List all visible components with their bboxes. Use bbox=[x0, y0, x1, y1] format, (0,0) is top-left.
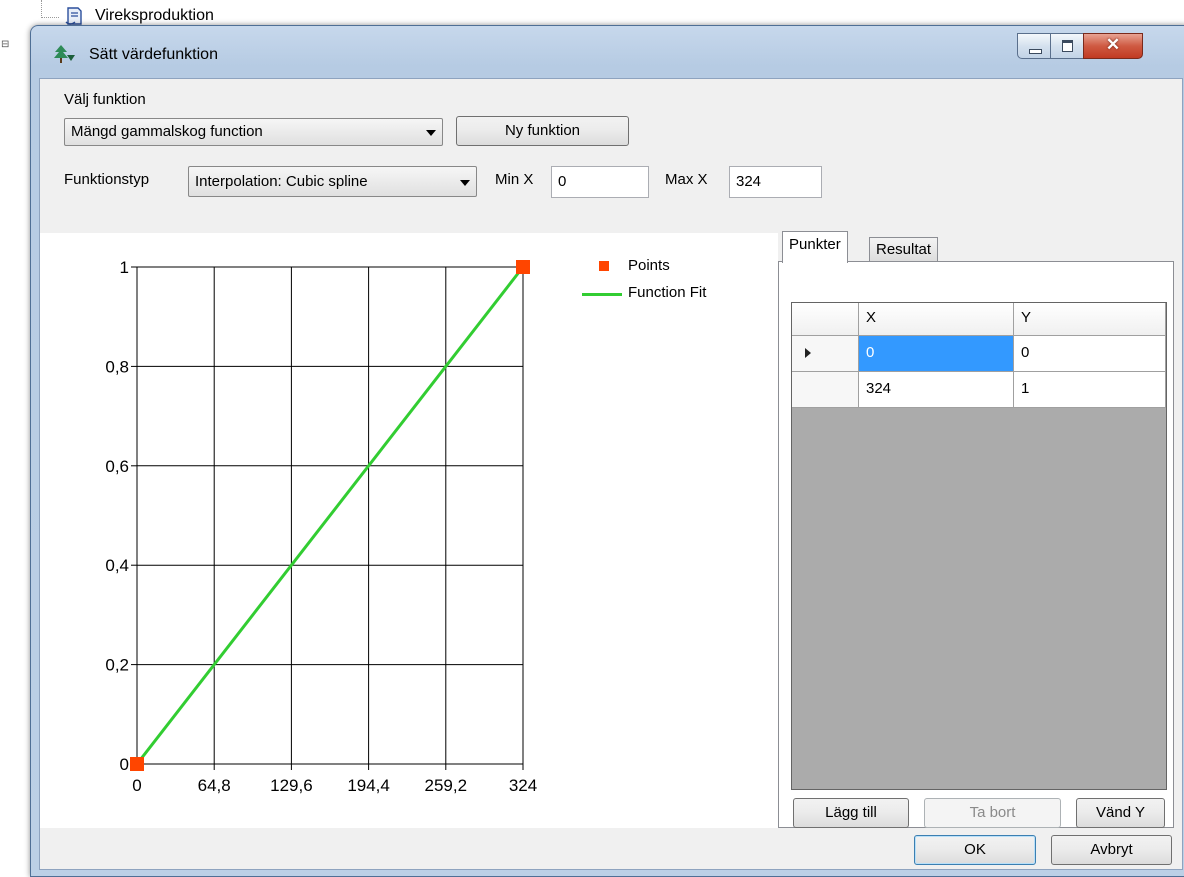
tree-connector bbox=[41, 17, 59, 18]
value-function-dialog: Sätt värdefunktion ✕ Välj funktion Mängd… bbox=[30, 25, 1184, 877]
data-point-marker bbox=[130, 757, 144, 771]
legend-fit-label: Function Fit bbox=[628, 284, 707, 301]
window-title: Sätt värdefunktion bbox=[89, 46, 218, 63]
tree-item-label[interactable]: Vireksproduktion bbox=[95, 7, 214, 25]
remove-row-button[interactable]: Ta bort bbox=[924, 798, 1061, 828]
y-tick-label: 0,2 bbox=[105, 656, 129, 675]
min-x-input[interactable]: 0 bbox=[551, 166, 649, 198]
x-tick-label: 129,6 bbox=[270, 776, 313, 795]
max-x-label: Max X bbox=[665, 171, 708, 188]
column-header-y[interactable]: Y bbox=[1014, 303, 1166, 336]
dialog-client-area: Välj funktion Mängd gammalskog function … bbox=[39, 78, 1183, 870]
chevron-down-icon bbox=[426, 130, 436, 136]
function-type-label: Funktionstyp bbox=[64, 171, 150, 188]
y-tick-label: 0,4 bbox=[105, 556, 129, 575]
series-line-function-fit bbox=[135, 266, 525, 765]
close-button[interactable]: ✕ bbox=[1083, 33, 1143, 59]
points-tab-page: X Y 0 0 324 1 Lägg till Ta bort Vänd Y bbox=[778, 261, 1174, 828]
x-tick-label: 324 bbox=[509, 776, 537, 795]
table-cell[interactable]: 0 bbox=[1014, 336, 1166, 372]
table-cell[interactable]: 0 bbox=[859, 336, 1014, 372]
function-select[interactable]: Mängd gammalskog function bbox=[64, 118, 443, 146]
chart-panel: 0 0,2 0,4 0,6 0,8 1 0 64,8 129,6 194,4 259,2 324 Po… bbox=[40, 233, 778, 828]
new-function-button[interactable]: Ny funktion bbox=[456, 116, 629, 146]
maximize-button[interactable] bbox=[1050, 33, 1084, 59]
maximize-icon bbox=[1062, 40, 1073, 52]
max-x-input[interactable]: 324 bbox=[729, 166, 822, 198]
table-cell[interactable]: 1 bbox=[1014, 372, 1166, 408]
min-x-label: Min X bbox=[495, 171, 534, 188]
table-cell[interactable]: 324 bbox=[859, 372, 1014, 408]
title-bar[interactable]: Sätt värdefunktion ✕ bbox=[31, 26, 1184, 78]
add-row-button[interactable]: Lägg till bbox=[793, 798, 909, 828]
x-tick-label: 259,2 bbox=[425, 776, 468, 795]
function-type-select-value: Interpolation: Cubic spline bbox=[195, 173, 368, 190]
close-icon: ✕ bbox=[1105, 35, 1121, 54]
choose-function-label: Välj funktion bbox=[64, 91, 146, 108]
function-select-value: Mängd gammalskog function bbox=[71, 123, 263, 140]
x-tick-label: 194,4 bbox=[347, 776, 390, 795]
function-type-select[interactable]: Interpolation: Cubic spline bbox=[188, 166, 477, 197]
legend-points-marker bbox=[599, 261, 609, 271]
minimize-button[interactable] bbox=[1017, 33, 1051, 59]
tab-punkter[interactable]: Punkter bbox=[782, 231, 848, 263]
tree-value-icon bbox=[54, 45, 75, 63]
column-header-x[interactable]: X bbox=[859, 303, 1014, 336]
ok-button[interactable]: OK bbox=[914, 835, 1036, 865]
tab-resultat[interactable]: Resultat bbox=[869, 237, 939, 262]
function-chart: 0 0,2 0,4 0,6 0,8 1 0 64,8 129,6 194,4 259,2 324 bbox=[105, 258, 537, 795]
flip-y-button[interactable]: Vänd Y bbox=[1076, 798, 1165, 828]
data-point-marker bbox=[516, 260, 530, 274]
y-tick-label: 0,8 bbox=[105, 357, 129, 376]
cancel-button[interactable]: Avbryt bbox=[1051, 835, 1172, 865]
chevron-down-icon bbox=[460, 180, 470, 186]
x-tick-label: 0 bbox=[132, 776, 141, 795]
grid-corner-header bbox=[792, 303, 859, 336]
legend-points-label: Points bbox=[628, 257, 670, 274]
tree-connector bbox=[41, 0, 42, 18]
y-tick-label: 0 bbox=[120, 755, 129, 774]
x-tick-label: 64,8 bbox=[198, 776, 231, 795]
legend-fit-line bbox=[582, 293, 622, 296]
row-header[interactable] bbox=[792, 372, 859, 408]
points-grid[interactable]: X Y 0 0 324 1 bbox=[791, 302, 1167, 790]
y-tick-label: 0,6 bbox=[105, 457, 129, 476]
y-tick-label: 1 bbox=[120, 258, 129, 277]
tree-expander-icon[interactable]: ⊟ bbox=[1, 39, 15, 53]
current-row-icon bbox=[805, 348, 811, 358]
row-header[interactable] bbox=[792, 336, 859, 372]
minimize-icon bbox=[1029, 49, 1042, 54]
